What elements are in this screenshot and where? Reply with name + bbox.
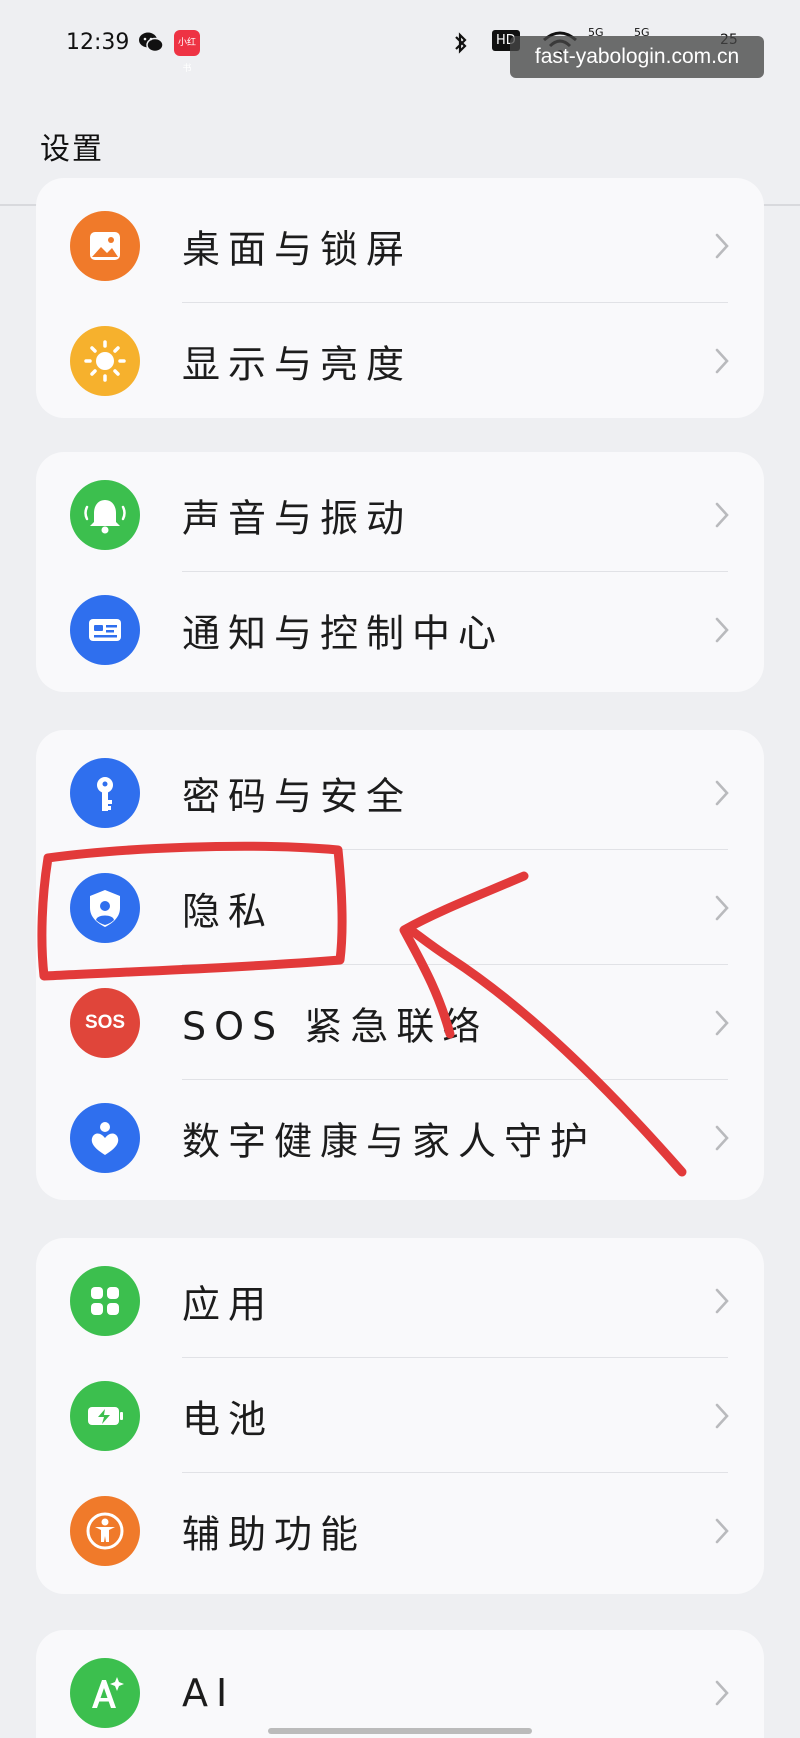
chevron-right-icon: [715, 1125, 729, 1150]
settings-item-label: 数字健康与家人守护: [182, 1119, 597, 1163]
settings-item-label: 显示与亮度: [182, 342, 413, 386]
settings-item-accessibility[interactable]: 辅助功能: [36, 1473, 764, 1588]
settings-item-ai[interactable]: AI: [36, 1635, 764, 1738]
xiaohongshu-icon: 小红书: [174, 30, 200, 74]
notification-icon: [70, 594, 140, 665]
settings-item-label: 桌面与锁屏: [182, 227, 413, 271]
settings-group-apps: 应用 电池 辅助功能: [36, 1238, 764, 1594]
heart-hand-icon: [70, 1102, 140, 1173]
accessibility-icon: [70, 1495, 140, 1566]
chevron-right-icon: [715, 617, 729, 642]
watermark: fast-yabologin.com.cn: [510, 36, 764, 78]
settings-item-wallpaper[interactable]: 桌面与锁屏: [36, 188, 764, 303]
settings-item-label: 隐私: [182, 889, 275, 933]
settings-item-label: 密码与安全: [182, 774, 413, 818]
chevron-right-icon: [715, 1010, 729, 1035]
brightness-icon: [70, 325, 140, 396]
settings-item-privacy[interactable]: 隐私: [36, 850, 764, 965]
settings-item-sound[interactable]: 声音与振动: [36, 457, 764, 572]
settings-item-label: 通知与控制中心: [182, 611, 505, 655]
settings-item-label: SOS 紧急联络: [182, 1004, 489, 1048]
settings-item-label: 应用: [182, 1282, 275, 1326]
chevron-right-icon: [715, 1403, 729, 1428]
status-bar: 12:39 小红书 HD 5G 5G 25 fast-yabologin.com…: [0, 0, 800, 90]
status-time: 12:39: [66, 30, 130, 55]
settings-item-digital-wellbeing[interactable]: 数字健康与家人守护: [36, 1080, 764, 1195]
settings-item-label: 电池: [182, 1397, 275, 1441]
page-title: 设置: [40, 132, 104, 167]
settings-item-label: AI: [182, 1670, 236, 1715]
chevron-right-icon: [715, 780, 729, 805]
chevron-right-icon: [715, 1680, 729, 1705]
settings-group-security: 密码与安全 隐私 SOS SOS 紧急联络 数字健康与家人守护: [36, 730, 764, 1200]
settings-item-password-security[interactable]: 密码与安全: [36, 735, 764, 850]
chevron-right-icon: [715, 502, 729, 527]
chevron-right-icon: [715, 348, 729, 373]
home-indicator: [268, 1728, 532, 1734]
ai-icon: [70, 1657, 140, 1728]
settings-item-sos[interactable]: SOS SOS 紧急联络: [36, 965, 764, 1080]
wallpaper-icon: [70, 210, 140, 281]
settings-item-battery[interactable]: 电池: [36, 1358, 764, 1473]
chevron-right-icon: [715, 1288, 729, 1313]
wechat-icon: [139, 32, 164, 53]
bell-icon: [70, 479, 140, 550]
settings-item-label: 声音与振动: [182, 496, 413, 540]
chevron-right-icon: [715, 1518, 729, 1543]
settings-item-notifications[interactable]: 通知与控制中心: [36, 572, 764, 687]
settings-item-display[interactable]: 显示与亮度: [36, 303, 764, 418]
battery-charge-icon: [70, 1380, 140, 1451]
bluetooth-icon: [455, 32, 467, 54]
chevron-right-icon: [715, 895, 729, 920]
settings-item-apps[interactable]: 应用: [36, 1243, 764, 1358]
apps-grid-icon: [70, 1265, 140, 1336]
sos-icon: SOS: [70, 987, 140, 1058]
sos-icon-text: SOS: [84, 1011, 126, 1033]
key-icon: [70, 757, 140, 828]
settings-group-sound: 声音与振动 通知与控制中心: [36, 452, 764, 692]
privacy-shield-icon: [70, 872, 140, 943]
settings-group-ai: AI: [36, 1630, 764, 1738]
chevron-right-icon: [715, 233, 729, 258]
settings-screen: 12:39 小红书 HD 5G 5G 25 fast-yabologin.com…: [0, 0, 800, 1738]
settings-item-label: 辅助功能: [182, 1512, 367, 1556]
settings-group-display: 桌面与锁屏 显示与亮度: [36, 178, 764, 418]
